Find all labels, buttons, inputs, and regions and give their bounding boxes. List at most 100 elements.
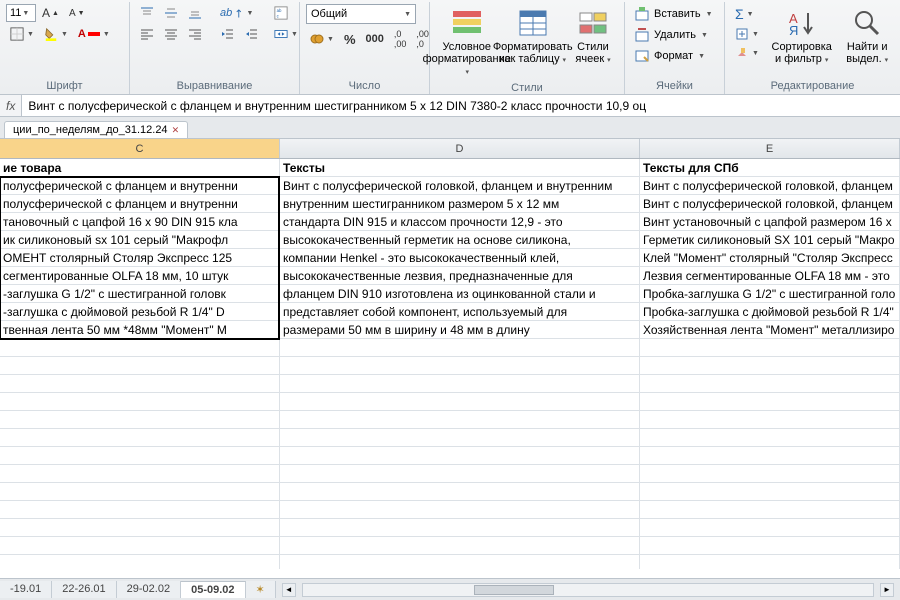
scroll-left-button[interactable]: ◄ bbox=[282, 583, 296, 597]
font-size-input[interactable]: 11▼ bbox=[6, 4, 36, 22]
cell[interactable]: тановочный с цапфой 16 х 90 DIN 915 кла bbox=[0, 213, 280, 230]
cell[interactable]: высококачественный герметик на основе си… bbox=[280, 231, 640, 248]
align-center-button[interactable] bbox=[160, 25, 182, 43]
align-bottom-button[interactable] bbox=[184, 4, 206, 22]
number-format-select[interactable]: Общий▼ bbox=[306, 4, 416, 24]
cell[interactable]: полусферической с фланцем и внутренни bbox=[0, 195, 280, 212]
workbook-tab[interactable]: ции_по_неделям_до_31.12.24 ✕ bbox=[4, 121, 188, 138]
orientation-button[interactable]: ab↗▼ bbox=[216, 5, 257, 22]
cell[interactable] bbox=[280, 393, 640, 410]
cell[interactable] bbox=[280, 411, 640, 428]
cell[interactable]: представляет собой компонент, используем… bbox=[280, 303, 640, 320]
cell[interactable] bbox=[640, 375, 900, 392]
autosum-button[interactable]: Σ▼ bbox=[731, 4, 758, 24]
decrease-font-button[interactable]: A▼ bbox=[65, 6, 89, 21]
header-cell[interactable]: Тексты для СПб bbox=[640, 159, 900, 176]
cell[interactable] bbox=[280, 537, 640, 554]
cell[interactable] bbox=[0, 375, 280, 392]
cell[interactable]: Герметик силиконовый SX 101 серый "Макро bbox=[640, 231, 900, 248]
cell[interactable]: Винт с полусферической головкой, фланцем bbox=[640, 195, 900, 212]
format-as-table-button[interactable]: Форматировать как таблицу ▾ bbox=[501, 4, 564, 68]
sheet-tab[interactable]: 05-09.02 bbox=[181, 581, 245, 598]
cell[interactable] bbox=[640, 357, 900, 374]
increase-font-button[interactable]: A▲ bbox=[38, 4, 63, 22]
cell[interactable] bbox=[280, 447, 640, 464]
column-header-c[interactable]: C bbox=[0, 139, 280, 158]
horizontal-scrollbar[interactable] bbox=[302, 583, 874, 597]
insert-cells-button[interactable]: Вставить▼ bbox=[631, 4, 716, 24]
cell[interactable]: полусферической с фланцем и внутренни bbox=[0, 177, 280, 194]
cell[interactable] bbox=[280, 375, 640, 392]
cell[interactable]: Хозяйственная лента "Момент" металлизиро bbox=[640, 321, 900, 338]
wrap-text-button[interactable]: abc bbox=[270, 4, 292, 22]
align-left-button[interactable] bbox=[136, 25, 158, 43]
format-cells-button[interactable]: Формат▼ bbox=[631, 46, 708, 66]
cell[interactable]: стандарта DIN 915 и классом прочности 12… bbox=[280, 213, 640, 230]
accounting-format-button[interactable]: ▼ bbox=[306, 30, 338, 48]
cell[interactable]: твенная лента 50 мм *48мм "Момент" М bbox=[0, 321, 280, 338]
cell[interactable] bbox=[640, 519, 900, 536]
fill-button[interactable]: ▼ bbox=[731, 25, 763, 43]
column-header-d[interactable]: D bbox=[280, 139, 640, 158]
align-top-button[interactable] bbox=[136, 4, 158, 22]
cell[interactable]: Пробка-заглушка с дюймовой резьбой R 1/4… bbox=[640, 303, 900, 320]
sheet-tab[interactable]: -19.01 bbox=[0, 581, 52, 598]
increase-decimal-button[interactable]: ,0,00 bbox=[390, 27, 411, 51]
cell[interactable]: размерами 50 мм в ширину и 48 мм в длину bbox=[280, 321, 640, 338]
cell[interactable] bbox=[640, 393, 900, 410]
cell[interactable] bbox=[0, 519, 280, 536]
cell[interactable] bbox=[640, 411, 900, 428]
cell[interactable]: -заглушка с дюймовой резьбой R 1/4" D bbox=[0, 303, 280, 320]
cell-styles-button[interactable]: Стили ячеек ▾ bbox=[568, 4, 618, 68]
cell[interactable] bbox=[280, 357, 640, 374]
cell[interactable] bbox=[0, 339, 280, 356]
clear-button[interactable]: ▼ bbox=[731, 44, 763, 62]
cell[interactable] bbox=[0, 429, 280, 446]
percent-format-button[interactable]: % bbox=[340, 30, 360, 49]
cell[interactable]: Винт с полусферической головкой, фланцем… bbox=[280, 177, 640, 194]
comma-format-button[interactable]: 000 bbox=[362, 31, 388, 47]
cell[interactable] bbox=[280, 501, 640, 518]
cell[interactable] bbox=[0, 483, 280, 500]
header-cell[interactable]: ие товара bbox=[0, 159, 280, 176]
sheet-tab[interactable]: 22-26.01 bbox=[52, 581, 116, 598]
cell[interactable] bbox=[640, 429, 900, 446]
header-cell[interactable]: Тексты bbox=[280, 159, 640, 176]
cell[interactable]: Винт установочный с цапфой размером 16 х bbox=[640, 213, 900, 230]
cell[interactable] bbox=[640, 501, 900, 518]
cell[interactable] bbox=[640, 447, 900, 464]
cell[interactable] bbox=[640, 555, 900, 569]
cell[interactable] bbox=[0, 393, 280, 410]
sort-filter-button[interactable]: АЯ Сортировка и фильтр ▾ bbox=[767, 4, 836, 68]
cell[interactable]: Клей "Момент" столярный "Столяр Экспресс bbox=[640, 249, 900, 266]
cell[interactable]: сегментированные OLFA 18 мм, 10 штук bbox=[0, 267, 280, 284]
increase-indent-button[interactable] bbox=[240, 25, 262, 43]
align-right-button[interactable] bbox=[184, 25, 206, 43]
borders-button[interactable]: ▼ bbox=[6, 25, 38, 43]
fill-color-button[interactable]: ▼ bbox=[40, 25, 72, 43]
cell[interactable] bbox=[640, 483, 900, 500]
cell[interactable]: фланцем DIN 910 изготовлена из оцинкован… bbox=[280, 285, 640, 302]
cell[interactable] bbox=[0, 555, 280, 569]
cell[interactable] bbox=[0, 537, 280, 554]
cell[interactable] bbox=[0, 357, 280, 374]
cell[interactable] bbox=[640, 465, 900, 482]
fx-icon[interactable]: fx bbox=[0, 95, 22, 116]
scrollbar-thumb[interactable] bbox=[474, 585, 554, 595]
merge-cells-button[interactable]: ▼ bbox=[270, 25, 302, 43]
formula-input[interactable]: Винт с полусферической с фланцем и внутр… bbox=[22, 95, 900, 116]
cell[interactable] bbox=[0, 447, 280, 464]
cell[interactable] bbox=[280, 519, 640, 536]
align-middle-button[interactable] bbox=[160, 4, 182, 22]
cell[interactable]: Пробка-заглушка G 1/2" с шестигранной го… bbox=[640, 285, 900, 302]
close-icon[interactable]: ✕ bbox=[172, 125, 180, 136]
scroll-right-button[interactable]: ► bbox=[880, 583, 894, 597]
cell[interactable] bbox=[280, 483, 640, 500]
cell[interactable] bbox=[280, 465, 640, 482]
cell[interactable] bbox=[640, 339, 900, 356]
cell[interactable] bbox=[0, 411, 280, 428]
cell[interactable] bbox=[0, 465, 280, 482]
cell[interactable]: высококачественные лезвия, предназначенн… bbox=[280, 267, 640, 284]
cell[interactable] bbox=[0, 501, 280, 518]
cell[interactable]: внутренним шестигранником размером 5 x 1… bbox=[280, 195, 640, 212]
